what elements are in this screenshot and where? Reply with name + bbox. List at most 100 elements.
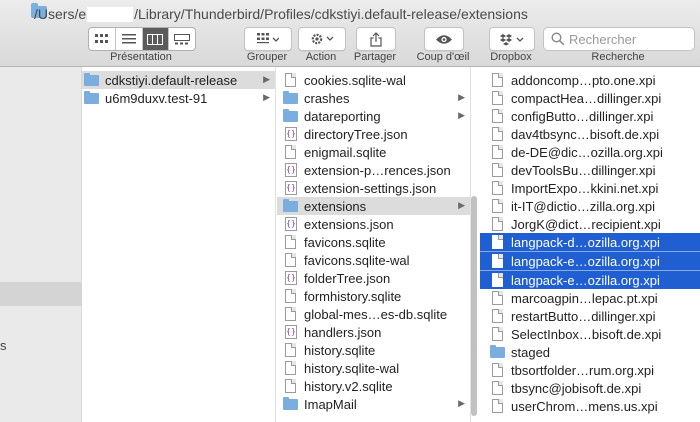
file-row[interactable]: {} extension-settings.json [277,179,470,197]
file-row[interactable]: marcoagpin…lepac.pt.xpi [480,289,700,307]
file-row[interactable]: SelectInbox…bisoft.de.xpi [480,325,700,343]
column-scrollbar[interactable] [471,196,477,416]
file-row[interactable]: compactHea…dillinger.xpi [480,89,700,107]
icon-view-button[interactable] [89,28,116,50]
file-row[interactable]: addoncomp…pto.one.xpi [480,71,700,89]
document-icon [492,217,503,231]
folder-icon [283,198,298,212]
search-field[interactable] [543,27,695,51]
file-row[interactable]: history.sqlite [277,341,470,359]
file-row[interactable]: {} extension-p…rences.json [277,161,470,179]
group-button[interactable] [244,27,292,51]
file-row[interactable]: favicons.sqlite [277,233,470,251]
file-row[interactable]: {} folderTree.json [277,269,470,287]
dropbox-button[interactable] [489,27,535,51]
item-label: favicons.sqlite-wal [304,252,410,268]
json-file-icon: {} [285,163,297,177]
document-icon [492,254,503,268]
document-icon [492,291,503,305]
list-view-button[interactable] [116,28,143,50]
gear-icon [311,33,334,45]
file-row[interactable]: devToolsBu…dillinger.xpi [480,161,700,179]
file-row[interactable]: userChrom…mens.us.xpi [480,397,700,415]
disclosure-arrow-icon: ▶ [458,110,465,120]
sidebar-selected-item[interactable] [0,282,81,306]
view-label: Présentation [110,51,172,63]
document-icon [285,145,296,159]
json-file-icon: {} [285,127,297,141]
item-label: configButto…dillinger.xpi [511,108,654,124]
column-profile-contents[interactable]: cookies.sqlite-wal crashes ▶ datareporting ▶… [277,67,471,422]
view-mode-control[interactable] [88,27,196,51]
file-row[interactable]: tbsortfolder…rum.org.xpi [480,361,700,379]
document-icon [492,127,503,141]
file-row[interactable]: configButto…dillinger.xpi [480,107,700,125]
share-button[interactable] [356,27,396,51]
file-row[interactable]: {} extensions.json [277,215,470,233]
file-row[interactable]: {} handlers.json [277,323,470,341]
document-icon [492,73,503,87]
folder-row[interactable]: crashes ▶ [277,89,470,107]
gallery-view-button[interactable] [169,28,195,50]
document-icon [285,307,296,321]
item-label: handlers.json [304,324,382,340]
item-label: extensions [304,198,367,214]
item-label: restartButto…dillinger.xpi [511,308,656,324]
document-icon [285,235,296,249]
folder-row[interactable]: cdkstiyi.default-release ▶ [82,71,275,89]
column-view-button[interactable] [142,28,170,50]
file-row[interactable]: ImportExpo…kkini.net.xpi [480,179,700,197]
file-row[interactable]: history.v2.sqlite [277,377,470,395]
item-label: de-DE@dic…ozilla.org.xpi [511,144,663,160]
file-row[interactable]: restartButto…dillinger.xpi [480,307,700,325]
column-extensions[interactable]: addoncomp…pto.one.xpi compactHea…dillinge… [480,67,700,422]
document-icon [492,109,503,123]
folder-row[interactable]: ImapMail ▶ [277,395,470,413]
file-row[interactable]: langpack-e…ozilla.org.xpi [480,251,700,270]
folder-icon [283,108,298,122]
document-icon [492,145,503,159]
document-icon [285,343,296,357]
path-prefix: /Users/e [34,6,87,22]
file-row[interactable]: langpack-d…ozilla.org.xpi [480,233,700,251]
file-row[interactable]: enigmail.sqlite [277,143,470,161]
file-row[interactable]: {} directoryTree.json [277,125,470,143]
item-label: u6m9duxv.test-91 [105,90,208,106]
item-label: cdkstiyi.default-release [105,72,238,88]
folder-row[interactable]: u6m9duxv.test-91 ▶ [82,89,275,107]
action-button[interactable] [298,27,346,51]
item-label: JorgK@dict…recipient.xpi [511,216,661,232]
file-row[interactable]: favicons.sqlite-wal [277,251,470,269]
file-row[interactable]: formhistory.sqlite [277,287,470,305]
folder-row[interactable]: extensions ▶ [277,197,470,215]
file-row[interactable]: dav4tbsync…bisoft.de.xpi [480,125,700,143]
disclosure-arrow-icon: ▶ [263,92,270,102]
search-input[interactable] [569,31,689,47]
sidebar: s [0,67,82,422]
document-icon [492,199,503,213]
item-label: global-mes…es-db.sqlite [304,306,448,322]
file-row[interactable]: cookies.sqlite-wal [277,71,470,89]
quicklook-button[interactable] [424,27,464,51]
file-row[interactable]: langpack-e…ozilla.org.xpi [480,270,700,289]
column-profiles[interactable]: cdkstiyi.default-release ▶ u6m9duxv.test-9… [82,67,276,422]
item-label: extensions.json [304,216,394,232]
file-row[interactable]: it-IT@dictio…zilla.org.xpi [480,197,700,215]
document-icon [285,361,296,375]
file-row[interactable]: history.sqlite-wal [277,359,470,377]
item-label: compactHea…dillinger.xpi [511,90,662,106]
item-label: ImportExpo…kkini.net.xpi [511,180,659,196]
file-row[interactable]: de-DE@dic…ozilla.org.xpi [480,143,700,161]
folder-row[interactable]: datareporting ▶ [277,107,470,125]
eye-icon [436,34,452,44]
item-label: favicons.sqlite [304,234,386,250]
file-row[interactable]: JorgK@dict…recipient.xpi [480,215,700,233]
file-row[interactable]: tbsync@jobisoft.de.xpi [480,379,700,397]
disclosure-arrow-icon: ▶ [458,200,465,210]
search-icon [551,32,565,46]
file-row[interactable]: global-mes…es-db.sqlite [277,305,470,323]
item-label: enigmail.sqlite [304,144,387,160]
gallery-icon [174,33,191,44]
folder-row[interactable]: staged [480,343,700,361]
item-label: formhistory.sqlite [304,288,402,304]
